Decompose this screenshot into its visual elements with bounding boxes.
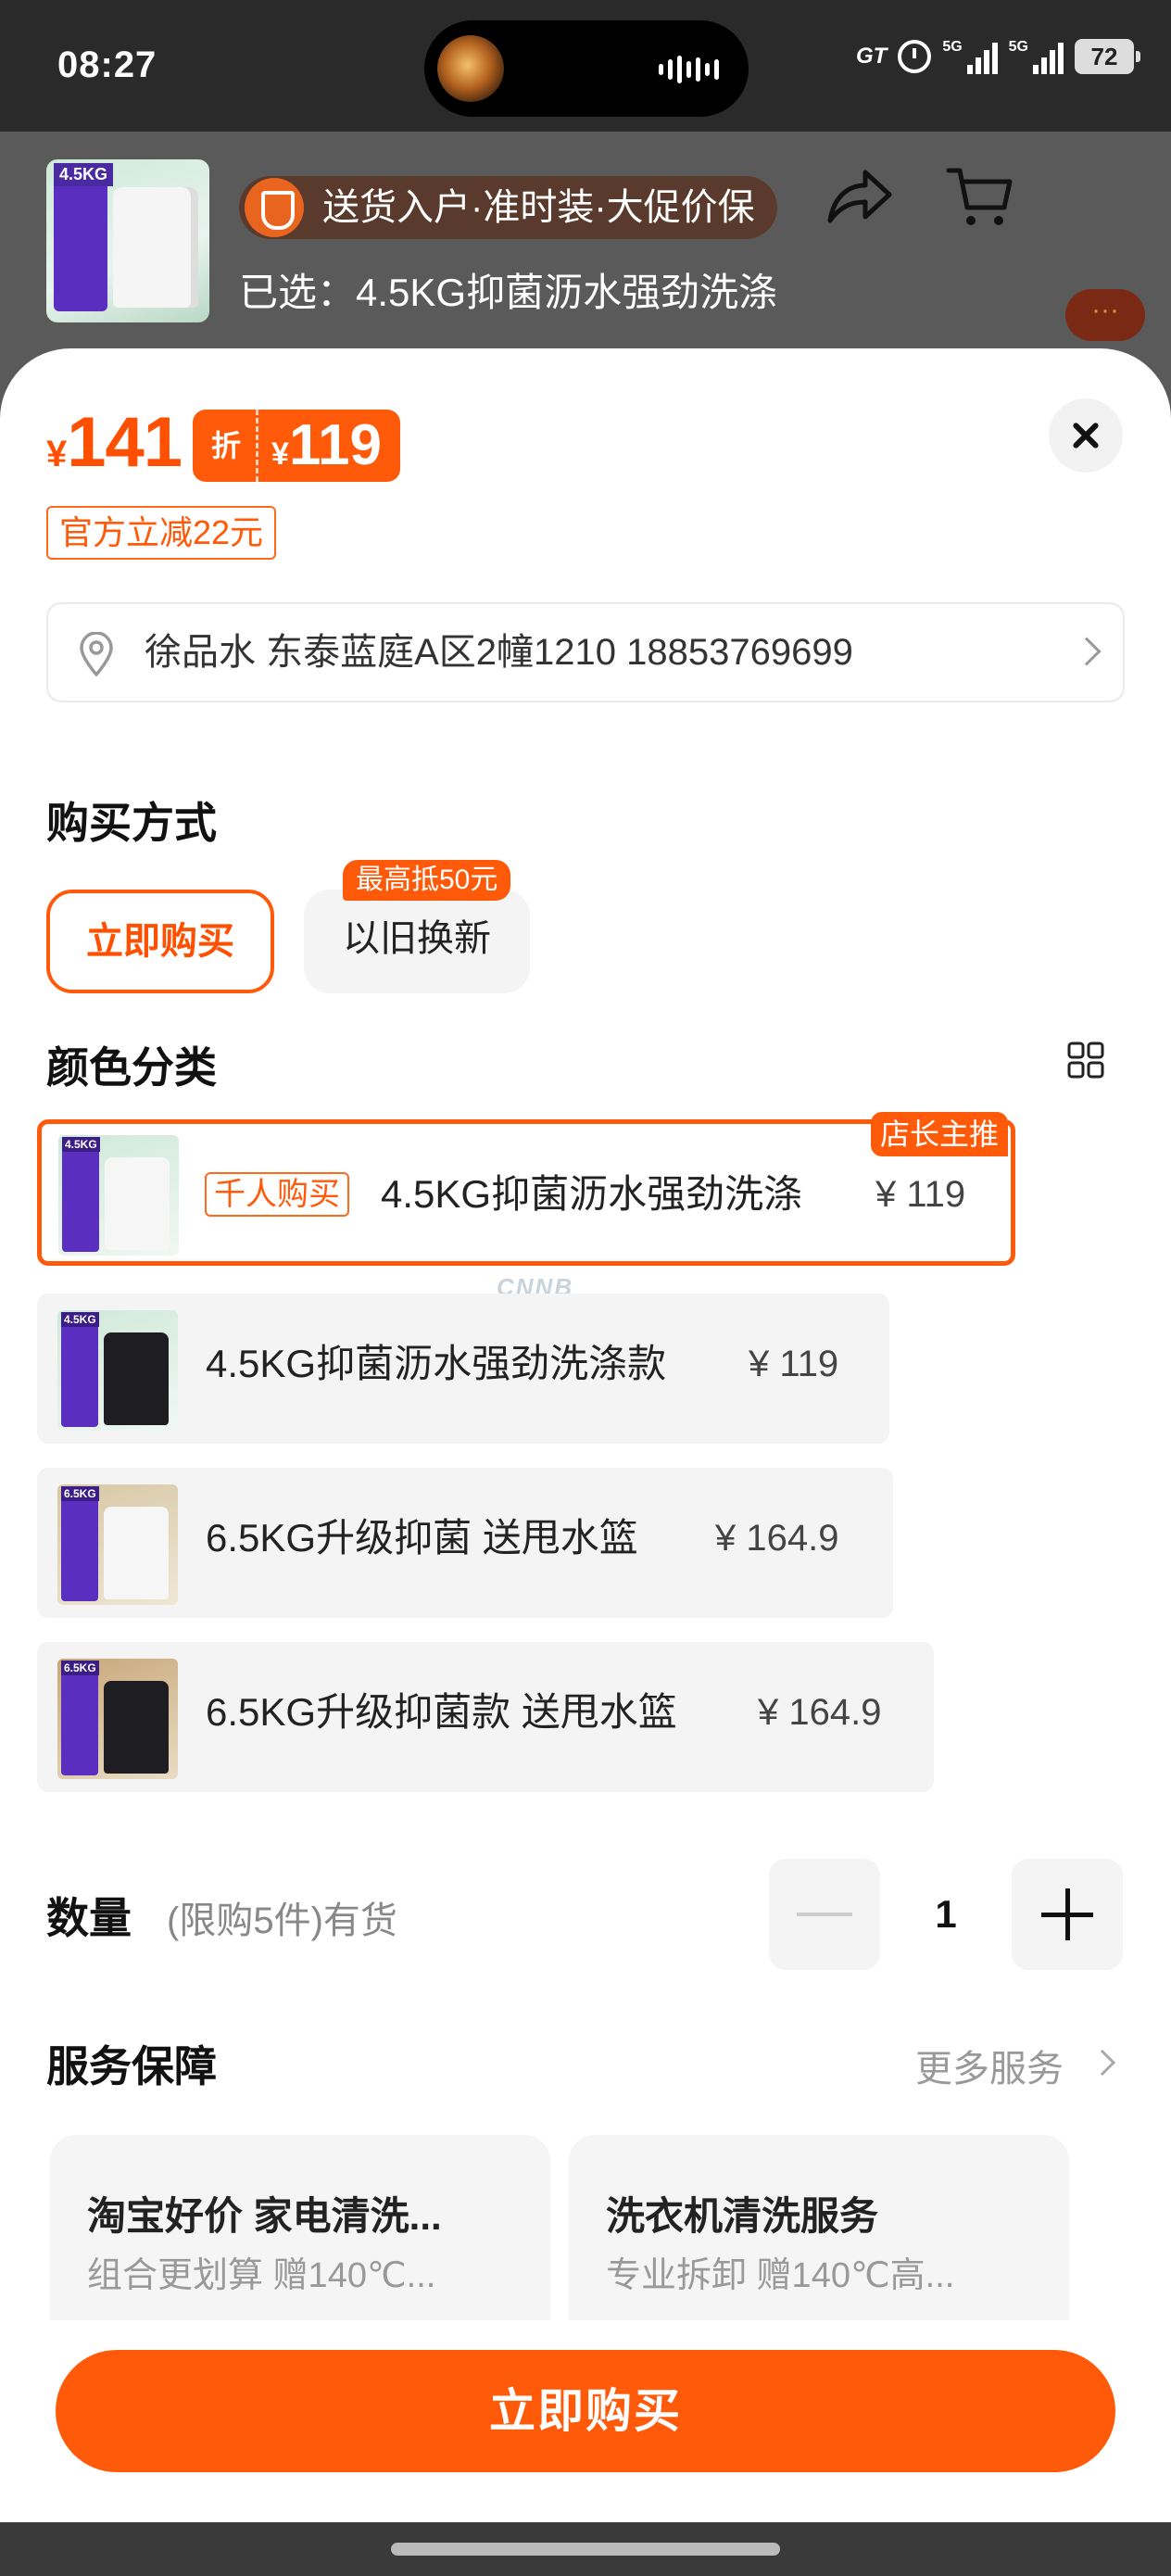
sku-option[interactable]: 6.5KG 6.5KG升级抑菌款 送甩水篮 ¥ 164.9	[37, 1642, 934, 1792]
owner-pick-badge: 店长主推	[871, 1112, 1009, 1156]
sku-label: 6.5KG升级抑菌 送甩水篮	[206, 1516, 638, 1559]
buy-now-button[interactable]: 立即购买	[56, 2350, 1115, 2472]
sku-thumbnail: 4.5KG	[58, 1135, 179, 1256]
grid-view-icon[interactable]	[1067, 1042, 1104, 1079]
chevron-right-icon	[1072, 637, 1102, 666]
sku-option[interactable]: 4.5KG 千人购买 4.5KG抑菌沥水强劲洗涤 ¥ 119	[37, 1119, 1015, 1266]
service-card-title: 淘宝好价 家电清洗...	[87, 2194, 442, 2238]
promo-text: 送货入户·准时装·大促价保	[322, 187, 755, 228]
after-discount-label: 折后	[193, 410, 259, 535]
service-card-desc: 组合更划算 赠140℃...	[87, 2256, 436, 2295]
color-category-title: 颜色分类	[46, 1043, 217, 1092]
address-selector[interactable]: 徐品水 东泰蓝庭A区2幢1210 18853769699	[46, 602, 1125, 702]
more-services-link[interactable]: 更多服务	[915, 2039, 1064, 2092]
system-nav-bar	[0, 2522, 1171, 2576]
quantity-note: (限购5件)有货	[167, 1900, 397, 1941]
popular-flag: 千人购买	[205, 1172, 349, 1217]
more-icon: ···	[1065, 289, 1145, 341]
signal-icon: 5G	[942, 39, 998, 74]
service-card[interactable]: 淘宝好价 家电清洗... 组合更划算 赠140℃...	[50, 2135, 550, 2320]
buy-mode-trade-in[interactable]: 以旧换新	[304, 890, 530, 993]
quantity-increment-button[interactable]	[1012, 1859, 1123, 1970]
address-text: 徐品水 东泰蓝庭A区2幢1210 18853769699	[145, 632, 853, 673]
quantity-decrement-button[interactable]	[769, 1859, 880, 1970]
audio-wave-icon	[659, 54, 719, 85]
status-icons: GT 5G 5G 72	[855, 39, 1140, 74]
after-discount-badge: 折后 ¥119	[193, 410, 400, 535]
selected-variant-text: 已选：4.5KG抑菌沥水强劲洗涤	[239, 271, 778, 314]
buy-mode-buy-now[interactable]: 立即购买	[46, 890, 274, 993]
discount-tag: 官方立减22元	[46, 506, 277, 560]
status-time: 08:27	[57, 44, 157, 85]
close-button[interactable]	[1049, 398, 1123, 473]
original-price: ¥141	[46, 403, 183, 482]
service-card-title: 洗衣机清洗服务	[606, 2194, 879, 2238]
signal-icon: 5G	[1009, 39, 1064, 74]
network-brand: GT	[855, 44, 888, 69]
quantity-value: 1	[935, 1892, 957, 1936]
product-thumbnail[interactable]: 4.5KG	[46, 159, 209, 322]
home-indicator[interactable]	[391, 2543, 780, 2556]
share-icon[interactable]	[825, 163, 895, 228]
sku-price: ¥ 164.9	[758, 1692, 882, 1733]
dynamic-island[interactable]	[424, 20, 749, 117]
sku-header: 4.5KG 送货入户·准时装·大促价保 已选：4.5KG抑菌沥水强劲洗涤	[46, 159, 1065, 322]
sku-label: 4.5KG抑菌沥水强劲洗涤	[381, 1172, 803, 1216]
battery-icon: 72	[1075, 39, 1140, 74]
sku-thumbnail: 6.5KG	[57, 1484, 178, 1605]
chevron-right-icon	[1089, 2049, 1116, 2077]
sku-thumbnail: 6.5KG	[57, 1659, 178, 1779]
media-artwork	[437, 35, 504, 102]
sku-label: 6.5KG升级抑菌款 送甩水篮	[206, 1690, 677, 1734]
service-card-desc: 专业拆卸 赠140℃高...	[606, 2256, 955, 2295]
sku-option[interactable]: 4.5KG 4.5KG抑菌沥水强劲洗涤款 ¥ 119	[37, 1294, 889, 1444]
sku-option[interactable]: 6.5KG 6.5KG升级抑菌 送甩水篮 ¥ 164.9	[37, 1468, 893, 1618]
sku-price: ¥ 164.9	[715, 1518, 839, 1559]
status-bar: 08:27 GT 5G 5G 72	[0, 0, 1171, 132]
promo-banner: 送货入户·准时装·大促价保	[239, 176, 777, 239]
sku-selector-sheet: ¥141 折后 ¥119 官方立减22元 徐品水 东泰蓝庭A区2幢1210 18…	[0, 348, 1171, 2522]
sku-thumbnail: 4.5KG	[57, 1310, 178, 1431]
after-discount-price: ¥119	[258, 410, 400, 482]
buy-mode-title: 购买方式	[46, 799, 217, 847]
location-pin-icon	[80, 632, 113, 676]
cart-icon[interactable]	[945, 163, 1015, 232]
service-title: 服务保障	[46, 2042, 217, 2090]
shield-check-icon	[245, 178, 304, 237]
sku-label: 4.5KG抑菌沥水强劲洗涤款	[206, 1342, 667, 1385]
alarm-icon	[898, 40, 932, 73]
service-card[interactable]: 洗衣机清洗服务 专业拆卸 赠140℃高...	[569, 2135, 1069, 2320]
sku-price: ¥ 119	[749, 1344, 839, 1384]
trade-in-badge: 最高抵50元	[343, 860, 511, 901]
quantity-label: 数量	[46, 1894, 132, 1942]
